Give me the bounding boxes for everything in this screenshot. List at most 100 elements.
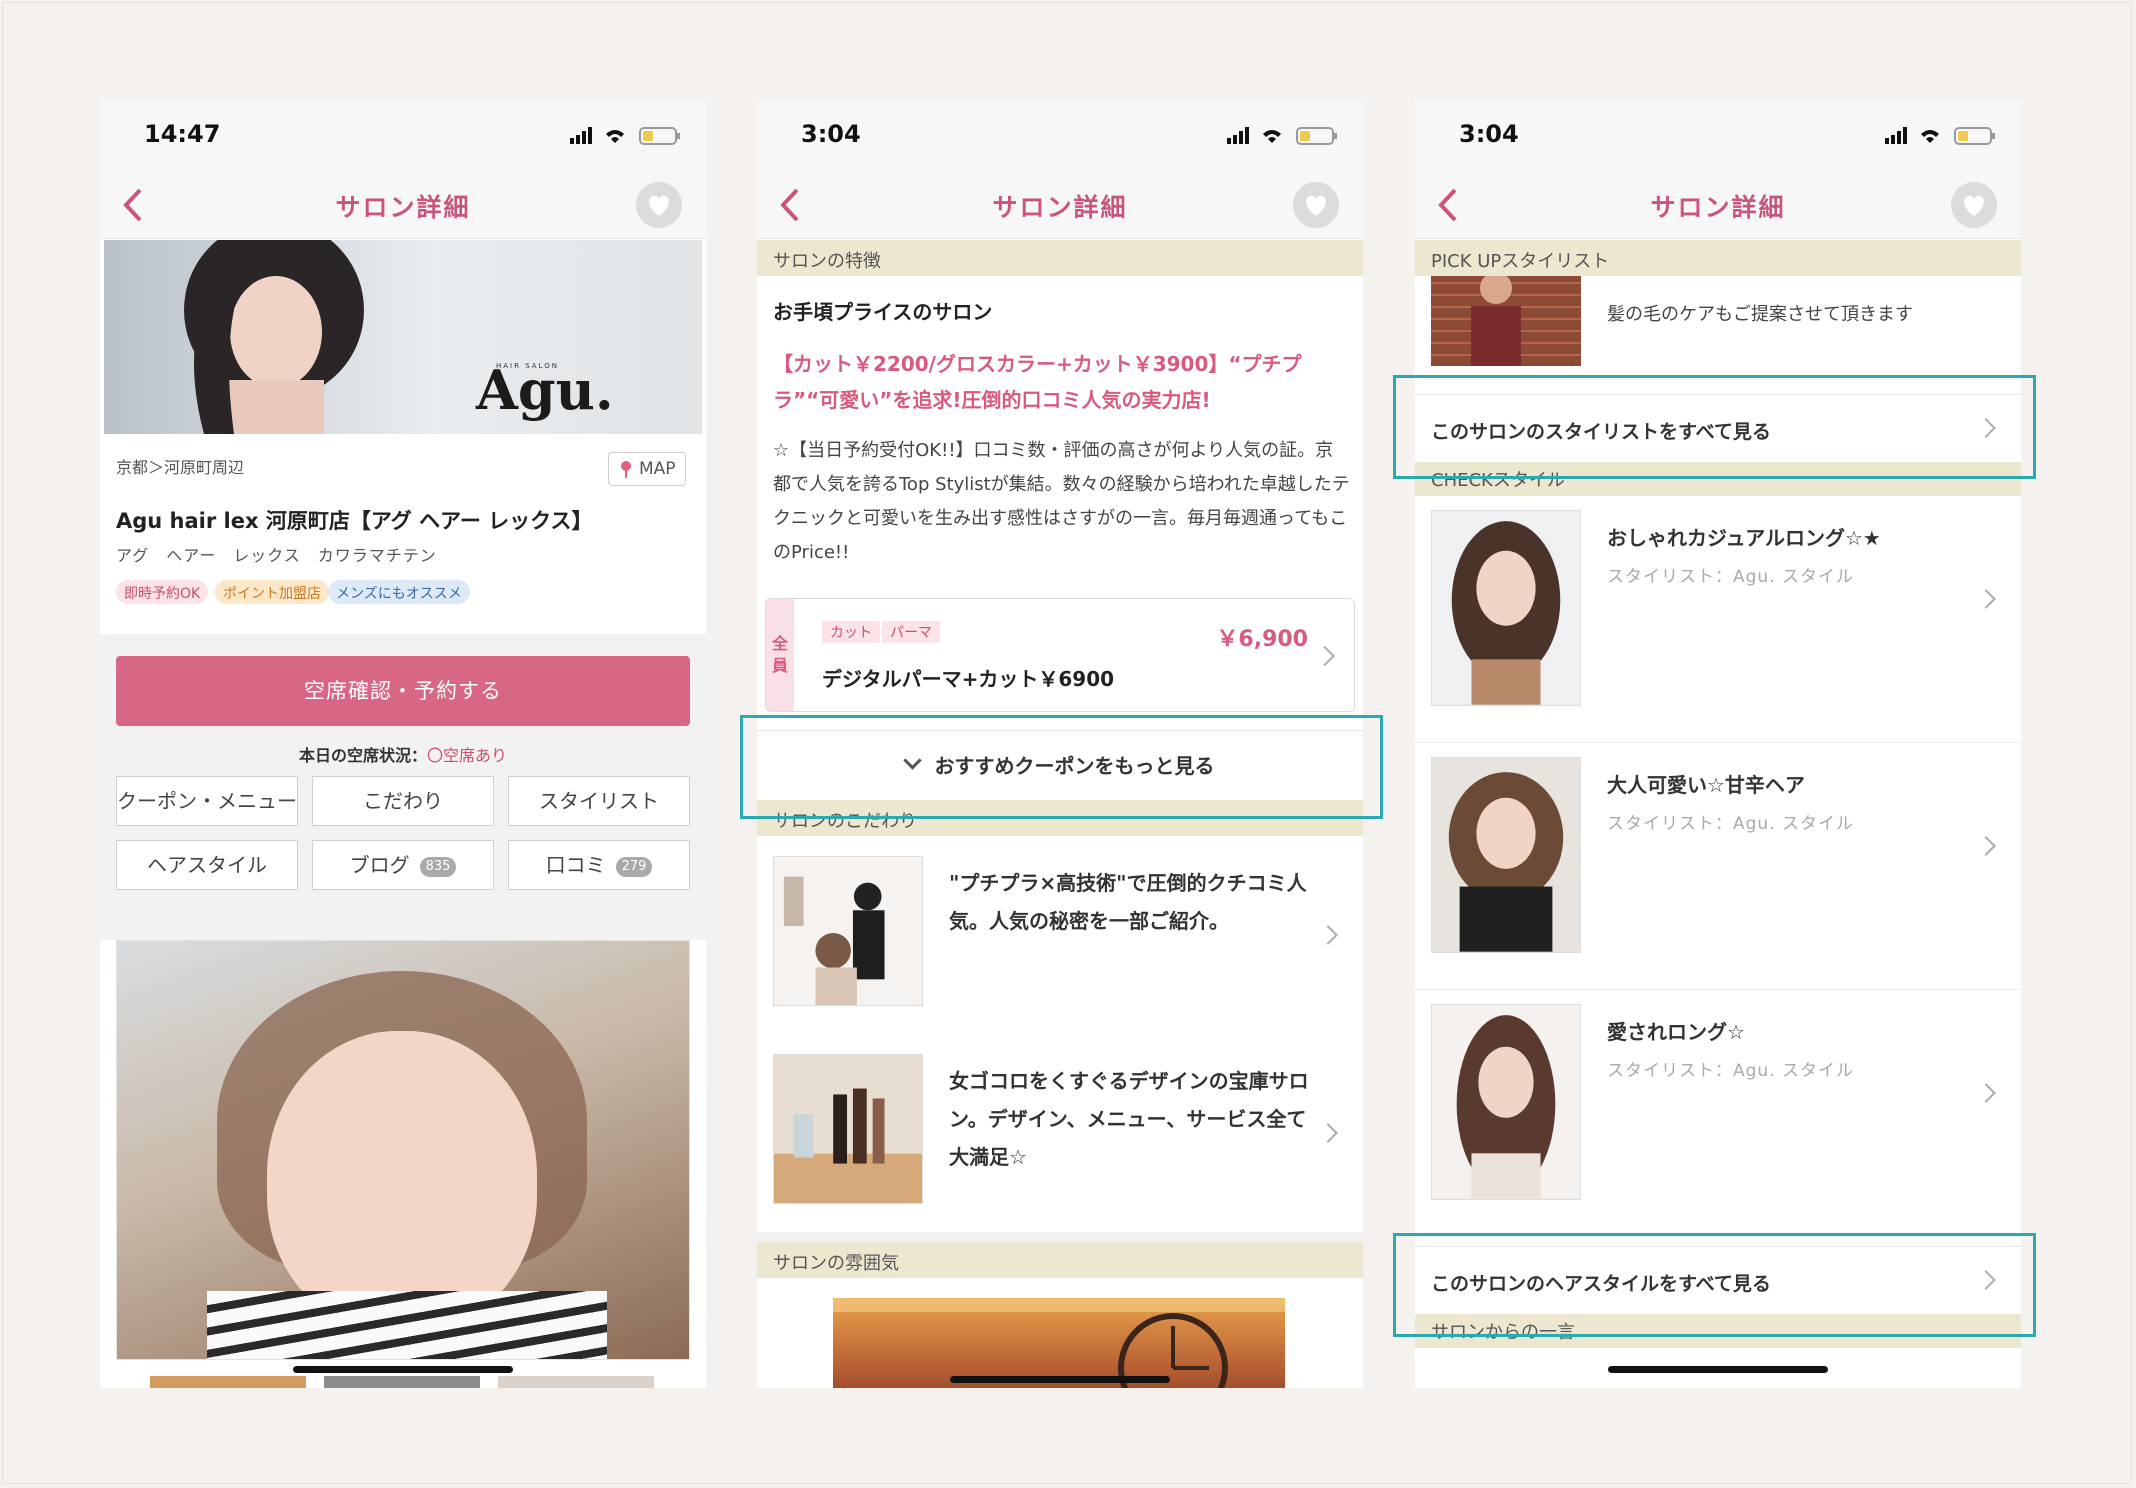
salon-name: Agu hair lex 河原町店【アグ ヘアー レックス】: [116, 509, 593, 533]
stylist-photo: [1431, 276, 1581, 366]
hairstyle-model: [1432, 1005, 1580, 1199]
tag-instant-booking: 即時予約OK: [116, 580, 209, 604]
favorite-button[interactable]: [1293, 182, 1339, 228]
tab-label: ヘアスタイル: [147, 853, 267, 877]
model-photo: [184, 240, 364, 434]
status-icons: [1885, 127, 1995, 145]
review-count-badge: 279: [615, 857, 653, 877]
page-title: サロン詳細: [1650, 193, 1786, 222]
nav-bar: サロン詳細: [100, 172, 706, 239]
home-indicator[interactable]: [293, 1366, 513, 1373]
chevron-right-icon: [1318, 1123, 1338, 1143]
map-button-label: MAP: [639, 459, 676, 479]
reserve-button[interactable]: 空席確認・予約する: [116, 656, 690, 726]
chevron-right-icon: [1976, 1083, 1996, 1103]
thumbnail-strip-item[interactable]: [498, 1376, 654, 1388]
section-header-pickup: PICK UPスタイリスト: [1415, 240, 2021, 276]
kodawari-item[interactable]: "プチプラ×高技術"で圧倒的クチコミ人気。人気の秘密を一部ご紹介。: [757, 836, 1363, 1035]
featured-style-photo[interactable]: [116, 940, 690, 1360]
chevron-right-icon: [1976, 589, 1996, 609]
home-indicator[interactable]: [1608, 1366, 1828, 1373]
interior-illustration: [833, 1298, 1285, 1388]
pickup-stylist-text: 髪の毛のケアもご提案させて頂きます: [1607, 304, 1913, 325]
photo-shirt: [207, 1291, 607, 1359]
pickup-stylist-item[interactable]: 髪の毛のケアもご提案させて頂きます: [1415, 276, 2021, 370]
highlight-more-coupons: [740, 715, 1383, 819]
map-pin-icon: [621, 461, 631, 478]
heart-icon: [649, 195, 669, 216]
kodawari-image: [773, 1054, 923, 1204]
tag-mens-recommended: メンズにもオススメ: [328, 580, 470, 604]
page-title: サロン詳細: [992, 193, 1128, 222]
salon-atmosphere-photo[interactable]: [833, 1298, 1285, 1388]
blog-count-badge: 835: [419, 857, 457, 877]
section-header-features: サロンの特徴: [757, 240, 1363, 276]
chevron-right-icon: [1315, 646, 1335, 666]
hairstyle-stylist: スタイリスト：Agu. スタイル: [1607, 567, 1855, 587]
status-time: 14:47: [144, 120, 221, 148]
coupon-name: デジタルパーマ+カット￥6900: [822, 667, 1115, 691]
kodawari-text: "プチプラ×高技術"で圧倒的クチコミ人気。人気の秘密を一部ご紹介。: [949, 871, 1307, 933]
tab-hairstyle[interactable]: ヘアスタイル: [116, 840, 298, 890]
tab-blog[interactable]: ブログ 835: [312, 840, 494, 890]
salon-kana: アグ ヘアー レックス カワラマチテン: [116, 546, 437, 565]
hairstyle-name: 大人可愛い☆甘辛ヘア: [1607, 773, 1805, 797]
heart-icon: [1306, 195, 1326, 216]
photo-face: [267, 1031, 537, 1331]
stylist-figure: [1471, 276, 1521, 366]
phone-screen-stylists-styles: 3:04 サロン詳細 髪の毛のケアもご提案させて頂きます PICK UPスタイリ…: [1415, 100, 2021, 1388]
tab-coupon-menu[interactable]: クーポン・メニュー: [116, 776, 298, 826]
tab-label: こだわり: [363, 789, 443, 813]
kodawari-text: 女ゴコロをくすぐるデザインの宝庫サロン。デザイン、メニュー、サービス全て大満足☆: [949, 1069, 1309, 1169]
tab-reviews[interactable]: 口コミ 279: [508, 840, 690, 890]
hairstyle-item[interactable]: 大人可愛い☆甘辛ヘア スタイリスト：Agu. スタイル: [1415, 743, 2021, 990]
hairstyle-item[interactable]: 愛されロング☆ スタイリスト：Agu. スタイル: [1415, 990, 2021, 1237]
chevron-right-icon: [1976, 836, 1996, 856]
coupon-price: ￥6,900: [1216, 627, 1308, 652]
home-indicator[interactable]: [950, 1376, 1170, 1383]
hairstyle-model: [1432, 758, 1580, 952]
spacer: [757, 1232, 1363, 1242]
status-icons: [570, 127, 680, 145]
tab-label: クーポン・メニュー: [117, 789, 297, 813]
breadcrumb[interactable]: 京都＞河原町周辺: [116, 454, 244, 478]
status-bar: 14:47: [100, 100, 706, 172]
section-header-atmosphere: サロンの雰囲気: [757, 1242, 1363, 1278]
status-time: 3:04: [1459, 120, 1519, 148]
status-bar: 3:04: [757, 100, 1363, 172]
tab-label: スタイリスト: [539, 789, 659, 813]
hairstyle-photo: [1431, 1004, 1581, 1200]
tag-point-partner: ポイント加盟店: [215, 580, 329, 604]
tab-stylist[interactable]: スタイリスト: [508, 776, 690, 826]
favorite-button[interactable]: [1951, 182, 1997, 228]
favorite-button[interactable]: [636, 182, 682, 228]
coupon-card[interactable]: 全員 カット パーマ ￥6,900 デジタルパーマ+カット￥6900: [765, 598, 1355, 712]
hairstyle-model: [1432, 511, 1580, 705]
thumbnail-strip-item[interactable]: [150, 1376, 306, 1388]
chevron-right-icon: [1318, 925, 1338, 945]
hairstyle-item[interactable]: おしゃれカジュアルロング☆★ スタイリスト：Agu. スタイル: [1415, 496, 2021, 743]
tab-kodawari[interactable]: こだわり: [312, 776, 494, 826]
hairstyle-stylist: スタイリスト：Agu. スタイル: [1607, 814, 1855, 834]
tab-label: 口コミ: [545, 853, 606, 877]
thumbnail-strip-item[interactable]: [324, 1376, 480, 1388]
vacancy-value: 〇空席あり: [427, 746, 508, 765]
feature-description: ☆【当日予約受付OK!!】口コミ数・評価の高さが何より人気の証。京都で人気を誇る…: [773, 440, 1350, 563]
coupon-target-label: 全員: [766, 599, 794, 711]
page-title: サロン詳細: [335, 193, 471, 222]
salon-logo: Agu.: [476, 358, 614, 422]
highlight-see-all-stylists: [1393, 375, 2036, 479]
highlight-see-all-hairstyles: [1393, 1233, 2036, 1337]
coupon-tag-perm: パーマ: [882, 621, 940, 643]
hairstyle-photo: [1431, 757, 1581, 953]
kodawari-item[interactable]: 女ゴコロをくすぐるデザインの宝庫サロン。デザイン、メニュー、サービス全て大満足☆: [757, 1034, 1363, 1233]
feature-title: お手頃プライスのサロン: [773, 300, 993, 324]
phone-screen-salon-top: 14:47 サロン詳細 HAIR SALON Agu. 京都＞河原町周辺 MAP…: [100, 100, 706, 1388]
salon-hero-image: HAIR SALON Agu.: [104, 240, 702, 434]
status-icons: [1227, 127, 1337, 145]
vacancy-label: 本日の空席状況：: [298, 746, 427, 765]
feature-catchcopy: 【カット￥2200/グロスカラー+カット￥3900】“プチプラ”“可愛い”を追求…: [773, 352, 1302, 412]
heart-icon: [1964, 195, 1984, 216]
map-button[interactable]: MAP: [608, 452, 686, 486]
hairstyle-name: おしゃれカジュアルロング☆★: [1607, 526, 1881, 550]
